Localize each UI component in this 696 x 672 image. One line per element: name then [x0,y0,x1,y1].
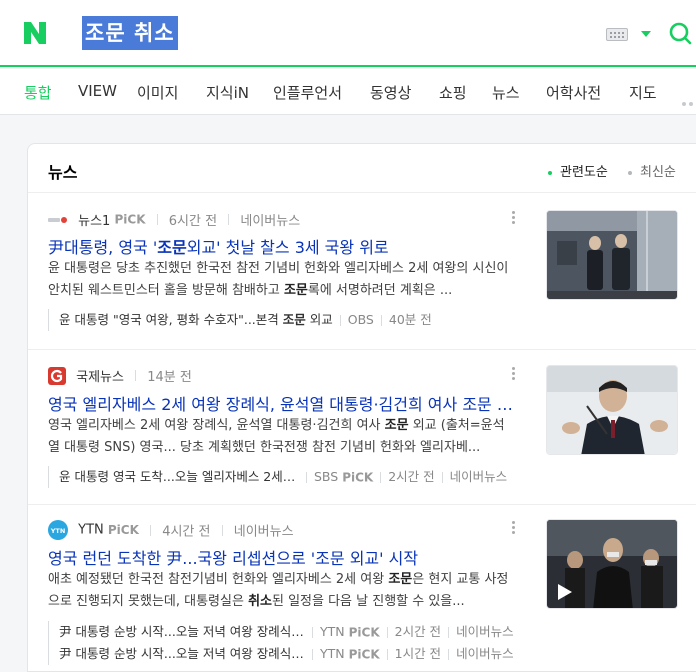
news-item: 뉴스1 PiCK 6시간 전 네이버뉴스 尹대통령, 영국 '조문외교' 첫날 … [28,193,696,349]
related-news-item[interactable]: 尹 대통령 순방 시작...오늘 저녁 여왕 장례식 참석 YTN PiCK 2시간… [48,621,518,643]
sort-relevance-label: 관련도순 [560,165,608,180]
svg-text:YTN: YTN [50,527,66,535]
news-photo [547,211,677,299]
autocomplete-toggle-icon[interactable] [641,31,651,37]
news-headline[interactable]: 영국 엘리자베스 2세 여왕 장례식, 윤석열 대통령·김건희 여사 조문 외교 [48,391,518,415]
more-options-icon[interactable] [512,521,516,536]
more-tabs-icon[interactable] [682,91,696,110]
news-photo [547,366,677,454]
tab-knowledge-in[interactable]: 지식iN [206,82,249,103]
tab-map[interactable]: 지도 [629,82,657,103]
news-time: 6시간 전 [168,214,218,229]
news-headline[interactable]: 尹대통령, 영국 '조문외교' 첫날 찰스 3세 국왕 위로 [48,234,518,258]
portal-link[interactable]: 네이버뉴스 [234,525,294,540]
pick-badge: PiCK [114,212,146,227]
tab-influencer[interactable]: 인플루언서 [273,82,342,103]
gukje-news-logo-icon [48,366,66,385]
tab-dictionary[interactable]: 어학사전 [546,82,601,103]
news-section: 뉴스 관련도순 최신순 뉴스1 PiCK 6시간 전 네이버뉴스 尹대통령, 영… [27,143,696,672]
news-section-title: 뉴스 [48,163,78,182]
press-name[interactable]: 국제뉴스 [76,370,124,385]
related-news: 尹 대통령 순방 시작...오늘 저녁 여왕 장례식 참석 YTN PiCK 2시간… [48,621,518,665]
naver-logo[interactable] [22,20,48,46]
keyboard-icon[interactable] [606,28,628,41]
tab-view[interactable]: VIEW [78,82,117,100]
news-time: 14분 전 [147,370,192,385]
more-options-icon[interactable] [512,367,516,382]
press-info: YTN YTN PiCK 4시간 전 네이버뉴스 [48,520,294,540]
tab-news[interactable]: 뉴스 [492,82,520,103]
related-news-item[interactable]: 윤 대통령 "영국 여왕, 평화 수호자"...본격 조문 외교 OBS 40분 전 [48,309,518,331]
play-icon[interactable] [555,583,573,601]
press-name[interactable]: 뉴스1 [78,214,110,229]
ytn-logo-icon: YTN [48,520,68,540]
sort-latest[interactable]: 최신순 [628,161,676,180]
search-tabs: 통합 VIEW 이미지 지식iN 인플루언서 동영상 쇼핑 뉴스 어학사전 지도 [0,69,696,115]
news-headline[interactable]: 영국 런던 도착한 尹...국왕 리셉션으로 '조문 외교' 시작 [48,545,518,569]
portal-link[interactable]: 네이버뉴스 [240,214,300,229]
pick-badge: PiCK [107,523,139,537]
search-header: 조문 취소 [0,0,696,67]
tab-image[interactable]: 이미지 [137,82,178,103]
news-item: 국제뉴스 14분 전 영국 엘리자베스 2세 여왕 장례식, 윤석열 대통령·김… [28,350,696,504]
related-news-item[interactable]: 윤 대통령 영국 도착...오늘 엘리자베스 2세 여왕 조문SBS PiCK2… [48,466,518,488]
news-thumbnail[interactable] [546,210,678,300]
news-description: 애초 예정됐던 한국전 참전기념비 헌화와 엘리자베스 2세 여왕 조문은 현지… [48,572,509,609]
press-info: 뉴스1 PiCK 6시간 전 네이버뉴스 [48,210,300,229]
related-news: 윤 대통령 영국 도착...오늘 엘리자베스 2세 여왕 조문SBS PiCK2… [48,466,518,488]
tab-shopping[interactable]: 쇼핑 [439,82,467,103]
sort-latest-label: 최신순 [640,165,676,180]
related-news-item[interactable]: 尹 대통령 순방 시작...오늘 저녁 여왕 장례식 참석 YTN PiCK 1시간… [48,643,518,665]
news1-logo-icon [48,216,67,223]
dot-icon [628,170,632,175]
sort-relevance[interactable]: 관련도순 [548,161,608,180]
tab-integrated[interactable]: 통합 [24,82,52,103]
selected-dot-icon [548,170,552,175]
press-name[interactable]: YTN [78,523,104,538]
tab-video[interactable]: 동영상 [370,82,411,103]
news-time: 4시간 전 [162,524,211,540]
search-icon[interactable] [668,21,692,45]
news-item: YTN YTN PiCK 4시간 전 네이버뉴스 영국 런던 도착한 尹...국… [28,505,696,671]
news-section-header: 뉴스 관련도순 최신순 [28,144,696,193]
news-description: 윤 대통령은 당초 추진했던 한국전 참전 기념비 헌화와 엘리자베스 2세 여… [48,261,509,298]
more-options-icon[interactable] [512,211,516,226]
search-input[interactable]: 조문 취소 [82,16,178,50]
news-video-thumbnail[interactable] [546,519,678,609]
related-news: 윤 대통령 "영국 여왕, 평화 수호자"...본격 조문 외교 OBS 40분 전 [48,309,518,331]
news-description: 영국 엘리자베스 2세 여왕 장례식, 윤석열 대통령·김건희 여사 조문 외교… [48,418,505,455]
news-thumbnail[interactable] [546,365,678,455]
press-info: 국제뉴스 14분 전 [48,366,192,385]
